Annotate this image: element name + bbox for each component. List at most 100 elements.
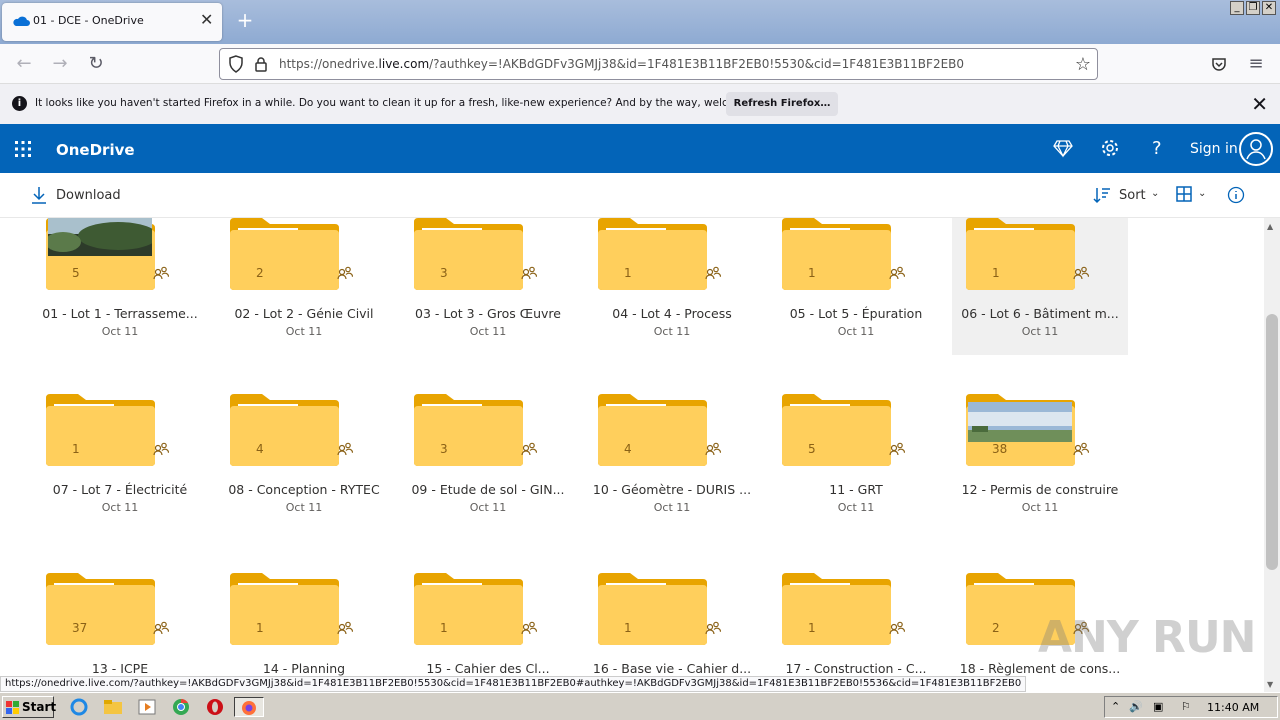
minimize-icon[interactable]: _ — [1230, 1, 1244, 15]
new-tab-icon[interactable]: + — [232, 7, 258, 33]
forward-arrow-icon[interactable]: → — [49, 53, 71, 75]
settings-gear-icon[interactable] — [1100, 138, 1120, 158]
bookmark-star-icon[interactable]: ☆ — [1075, 54, 1091, 75]
folder-icon[interactable] — [228, 569, 341, 649]
refresh-firefox-button[interactable]: Refresh Firefox… — [726, 92, 838, 116]
tab-close-icon[interactable]: ✕ — [200, 10, 213, 29]
folder-icon[interactable] — [596, 569, 709, 649]
scroll-down-icon[interactable]: ▼ — [1267, 680, 1273, 689]
taskbar-firefox-window[interactable] — [234, 697, 264, 717]
scroll-thumb[interactable] — [1266, 314, 1278, 570]
folder-tile[interactable]: 1 05 - Lot 5 - Épuration Oct 11 — [768, 218, 944, 352]
reload-icon[interactable]: ↻ — [85, 53, 107, 75]
restore-icon[interactable]: ❐ — [1246, 1, 1260, 15]
folder-date: Oct 11 — [653, 325, 691, 338]
tray-expand-icon[interactable]: ⌃ — [1111, 700, 1120, 713]
folder-name[interactable]: 10 - Géomètre - DURIS ... — [584, 482, 760, 497]
scroll-up-icon[interactable]: ▲ — [1267, 222, 1273, 231]
details-info-icon[interactable] — [1227, 186, 1245, 204]
download-button[interactable]: Download — [56, 188, 121, 203]
folder-name[interactable]: 05 - Lot 5 - Épuration — [768, 306, 944, 321]
folder-name[interactable]: 08 - Conception - RYTEC — [216, 482, 392, 497]
explorer-folder-icon[interactable] — [102, 697, 124, 717]
view-tiles-icon[interactable] — [1176, 186, 1192, 202]
app-launcher-icon[interactable] — [15, 141, 31, 157]
folder-name[interactable]: 11 - GRT — [768, 482, 944, 497]
avatar-icon[interactable] — [1239, 132, 1273, 166]
folder-tile[interactable]: 1 17 - Construction - C... — [768, 569, 944, 676]
folder-name[interactable]: 14 - Planning — [216, 661, 392, 676]
network-icon[interactable]: ▣ — [1153, 700, 1163, 713]
sort-button[interactable]: Sort — [1119, 188, 1146, 203]
folder-icon[interactable] — [412, 390, 525, 470]
folder-icon[interactable] — [412, 569, 525, 649]
folder-icon[interactable] — [780, 218, 893, 294]
premium-diamond-icon[interactable] — [1053, 138, 1073, 158]
hamburger-menu-icon[interactable]: ≡ — [1245, 53, 1267, 75]
folder-tile[interactable]: 3 09 - Etude de sol - GIN... Oct 11 — [400, 390, 576, 528]
tracking-shield-icon[interactable] — [228, 55, 244, 73]
window-close-icon[interactable]: ✕ — [1262, 1, 1276, 15]
folder-name[interactable]: 15 - Cahier des Cl... — [400, 661, 576, 676]
folder-tile[interactable]: 1 15 - Cahier des Cl... — [400, 569, 576, 676]
chrome-icon[interactable] — [170, 697, 192, 717]
folder-tile[interactable]: 37 13 - ICPE — [32, 569, 208, 676]
folder-tile[interactable]: 1 04 - Lot 4 - Process Oct 11 — [584, 218, 760, 352]
folder-icon[interactable] — [228, 390, 341, 470]
folder-icon[interactable] — [44, 569, 157, 649]
folder-name[interactable]: 13 - ICPE — [32, 661, 208, 676]
media-player-icon[interactable] — [136, 697, 158, 717]
chevron-down-icon[interactable]: ⌄ — [1151, 188, 1159, 199]
lock-icon[interactable] — [254, 56, 268, 72]
folder-tile[interactable]: 2 02 - Lot 2 - Génie Civil Oct 11 — [216, 218, 392, 352]
folder-name[interactable]: 07 - Lot 7 - Électricité — [32, 482, 208, 497]
folder-icon[interactable] — [412, 218, 525, 294]
folder-icon[interactable] — [780, 569, 893, 649]
folder-name[interactable]: 01 - Lot 1 - Terrasseme... — [32, 306, 208, 321]
folder-name[interactable]: 17 - Construction - C... — [768, 661, 944, 676]
folder-name[interactable]: 18 - Règlement de cons... — [952, 661, 1128, 676]
folder-icon[interactable] — [596, 390, 709, 470]
folder-tile[interactable]: 4 10 - Géomètre - DURIS ... Oct 11 — [584, 390, 760, 528]
speaker-icon[interactable]: 🔊 — [1129, 700, 1143, 713]
help-icon[interactable]: ? — [1152, 138, 1172, 159]
folder-icon[interactable] — [964, 218, 1077, 294]
download-icon[interactable] — [31, 186, 47, 204]
brand-title[interactable]: OneDrive — [56, 141, 135, 159]
sort-icon[interactable] — [1093, 186, 1111, 204]
folder-name[interactable]: 02 - Lot 2 - Génie Civil — [216, 306, 392, 321]
folder-icon[interactable] — [596, 218, 709, 294]
pocket-icon[interactable] — [1211, 56, 1227, 72]
sign-in-link[interactable]: Sign in — [1190, 141, 1238, 157]
folder-name[interactable]: 12 - Permis de construire — [952, 482, 1128, 497]
folder-name[interactable]: 03 - Lot 3 - Gros Œuvre — [400, 306, 576, 321]
folder-tile[interactable]: 5 01 - Lot 1 - Terrasseme... Oct 11 — [32, 218, 208, 352]
folder-tile[interactable]: 1 06 - Lot 6 - Bâtiment m... Oct 11 — [952, 218, 1128, 355]
notification-close-icon[interactable]: ✕ — [1251, 92, 1268, 116]
folder-tile[interactable]: 4 08 - Conception - RYTEC Oct 11 — [216, 390, 392, 528]
folder-name[interactable]: 04 - Lot 4 - Process — [584, 306, 760, 321]
folder-tile[interactable]: 1 07 - Lot 7 - Électricité Oct 11 — [32, 390, 208, 528]
folder-grid: 5 01 - Lot 1 - Terrasseme... Oct 11 2 02 - L… — [0, 218, 1264, 676]
action-center-flag-icon[interactable]: ⚐ — [1181, 700, 1191, 713]
folder-icon[interactable] — [44, 390, 157, 470]
browser-tab[interactable]: 01 - DCE - OneDrive ✕ — [2, 3, 222, 41]
folder-name[interactable]: 09 - Etude de sol - GIN... — [400, 482, 576, 497]
folder-tile[interactable]: 5 11 - GRT Oct 11 — [768, 390, 944, 528]
scrollbar[interactable]: ▲ ▼ — [1264, 218, 1280, 692]
ie-icon[interactable] — [68, 697, 90, 717]
folder-name[interactable]: 16 - Base vie - Cahier d... — [584, 661, 760, 676]
folder-tile[interactable]: 1 14 - Planning — [216, 569, 392, 676]
folder-tile[interactable]: 1 16 - Base vie - Cahier d... — [584, 569, 760, 676]
folder-name[interactable]: 06 - Lot 6 - Bâtiment m... — [952, 306, 1128, 321]
chevron-down-icon[interactable]: ⌄ — [1198, 188, 1206, 199]
opera-icon[interactable] — [204, 697, 226, 717]
start-button[interactable]: Start — [2, 696, 56, 718]
back-arrow-icon[interactable]: ← — [13, 53, 35, 75]
folder-tile[interactable]: 3 03 - Lot 3 - Gros Œuvre Oct 11 — [400, 218, 576, 352]
url-bar[interactable]: https://onedrive.live.com/?authkey=!AKBd… — [219, 48, 1098, 80]
folder-icon[interactable] — [780, 390, 893, 470]
folder-icon[interactable] — [228, 218, 341, 294]
folder-tile[interactable]: 38 12 - Permis de construire Oct 11 — [952, 390, 1128, 528]
shared-people-icon — [153, 621, 169, 635]
